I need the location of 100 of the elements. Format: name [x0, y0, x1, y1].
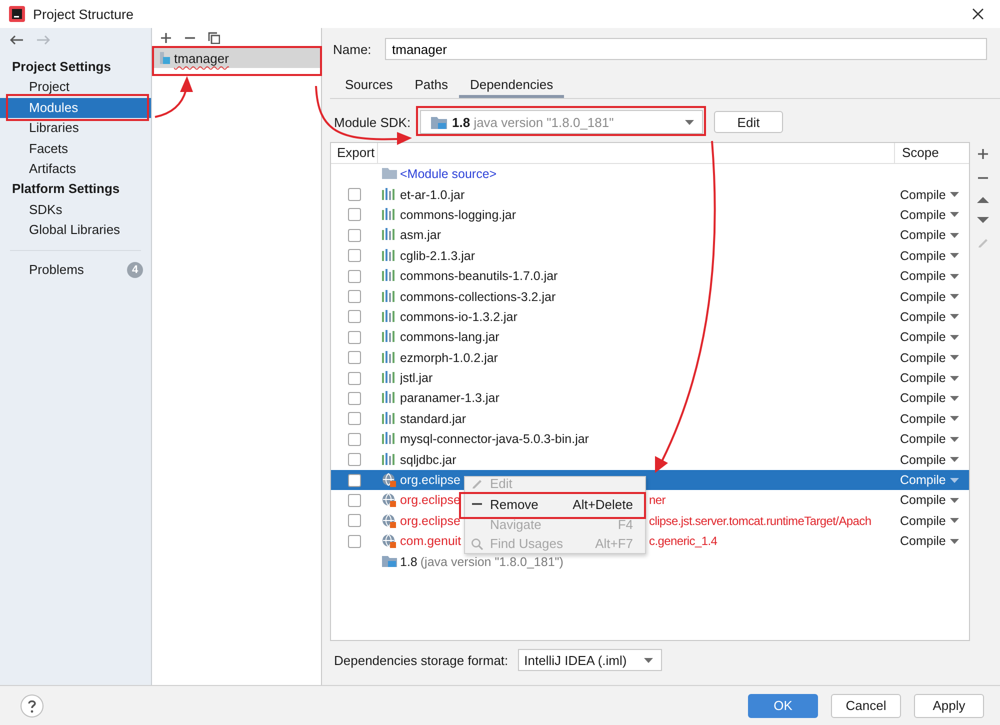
menu-item[interactable]: Remove Alt+Delete	[465, 493, 645, 515]
folder-icon	[382, 554, 397, 569]
edit-button[interactable]: Edit	[714, 111, 783, 133]
caret-icon[interactable]	[950, 274, 959, 279]
dependency-name[interactable]: com.genuit	[400, 534, 462, 548]
window-title: Project Structure	[33, 6, 134, 22]
section-header: Platform Settings	[11, 180, 121, 198]
scope-value: Compile	[900, 514, 946, 528]
storage-format-label: Dependencies storage format:	[334, 652, 508, 668]
sdk-dropdown[interactable]: 1.8 java version "1.8.0_181"	[420, 110, 703, 134]
dependency-name[interactable]: commons-lang.jar	[400, 330, 500, 344]
sidebar-item[interactable]: Libraries	[0, 118, 151, 139]
column-header: Export	[331, 143, 378, 163]
move-up-icon[interactable]	[976, 196, 988, 204]
checkbox[interactable]	[348, 494, 361, 507]
caret-icon[interactable]	[950, 212, 959, 218]
caret-icon[interactable]	[950, 355, 959, 360]
move-down-icon[interactable]	[976, 216, 988, 224]
pencil-icon	[471, 477, 483, 489]
dependency-name[interactable]: cglib-2.1.3.jar	[400, 248, 476, 263]
tab[interactable]: Dependencies	[458, 76, 564, 98]
dependency-name[interactable]: <Module source>	[400, 167, 497, 182]
dependency-name[interactable]: sqljdbc.jar	[400, 452, 456, 467]
dependency-name[interactable]: commons-logging.jar	[400, 208, 516, 222]
caret-icon[interactable]	[950, 334, 959, 340]
checkbox[interactable]	[348, 330, 361, 344]
checkbox[interactable]	[348, 228, 361, 242]
checkbox[interactable]	[348, 310, 361, 324]
caret-icon[interactable]	[950, 396, 959, 401]
dependency-name[interactable]: org.eclipse	[400, 514, 460, 528]
sidebar-item[interactable]: Project	[0, 77, 151, 98]
dependency-name: clipse.jst.server.tomcat.runtimeTarget/Apach	[649, 514, 872, 528]
dependency-name[interactable]: commons-collections-3.2.jar	[400, 290, 556, 304]
dialog-button[interactable]: OK	[748, 694, 818, 718]
dependency-name[interactable]: jstl.jar	[400, 371, 433, 386]
checkbox[interactable]	[348, 270, 361, 283]
back-arrow-icon[interactable]	[10, 35, 24, 45]
caret-icon[interactable]	[950, 253, 959, 258]
caret-icon[interactable]	[950, 457, 959, 462]
close-icon[interactable]	[972, 8, 984, 20]
checkbox[interactable]	[348, 432, 361, 446]
dependency-name[interactable]: standard.jar	[400, 412, 466, 426]
copy-icon[interactable]	[208, 32, 220, 44]
dialog-button[interactable]: Cancel	[831, 694, 901, 718]
sidebar-item[interactable]: Modules	[0, 98, 151, 118]
caret-icon[interactable]	[950, 232, 959, 238]
dependency-name[interactable]: ezmorph-1.0.2.jar	[400, 350, 498, 365]
checkbox[interactable]	[348, 534, 361, 548]
dependency-name[interactable]: mysql-connector-java-5.0.3-bin.jar	[400, 432, 589, 446]
dependency-name[interactable]: commons-io-1.3.2.jar	[400, 310, 518, 324]
checkbox[interactable]	[348, 392, 361, 405]
caret-icon[interactable]	[950, 538, 959, 544]
sidebar-item[interactable]: Facets	[0, 138, 151, 159]
dependency-name[interactable]: org.eclipse	[400, 493, 460, 508]
caret-icon[interactable]	[950, 436, 959, 442]
storage-format-dropdown[interactable]: IntelliJ IDEA (.iml)	[518, 649, 662, 671]
caret-icon[interactable]	[950, 416, 959, 422]
sidebar-item[interactable]: SDKs	[0, 200, 151, 220]
module-item[interactable]: tmanager	[152, 48, 321, 68]
sidebar-item[interactable]: Artifacts	[0, 158, 151, 180]
caret-icon[interactable]	[950, 294, 959, 300]
dependency-name[interactable]: org.eclipse	[400, 473, 460, 488]
caret-icon[interactable]	[950, 376, 959, 381]
checkbox[interactable]	[348, 453, 361, 466]
dependency-name[interactable]: et-ar-1.0.jar	[400, 188, 465, 202]
name-field[interactable]: tmanager	[385, 38, 987, 60]
jar-icon	[382, 350, 397, 365]
dependency-name[interactable]: asm.jar	[400, 228, 441, 242]
checkbox[interactable]	[348, 188, 361, 202]
checkbox[interactable]	[348, 249, 361, 262]
caret-icon[interactable]	[950, 192, 959, 198]
dependency-name[interactable]: paranamer-1.3.jar	[400, 391, 500, 406]
checkbox[interactable]	[348, 514, 361, 528]
caret-icon[interactable]	[950, 314, 959, 320]
tab[interactable]: Paths	[404, 76, 459, 98]
jar-icon	[382, 310, 397, 324]
checkbox[interactable]	[348, 372, 361, 385]
count-badge: 4	[127, 262, 143, 278]
sidebar-item[interactable]: Global Libraries	[0, 220, 151, 241]
checkbox[interactable]	[348, 208, 361, 222]
caret-icon[interactable]	[950, 478, 959, 483]
plus-icon[interactable]	[976, 148, 988, 160]
help-icon[interactable]	[20, 694, 44, 718]
caret-icon[interactable]	[950, 498, 959, 503]
dependency-name[interactable]: commons-beanutils-1.7.0.jar	[400, 269, 558, 284]
checkbox[interactable]	[348, 412, 361, 426]
sidebar-item[interactable]: Problems	[29, 262, 84, 278]
jar-icon	[382, 208, 397, 222]
library-icon	[382, 473, 397, 488]
plus-icon[interactable]	[160, 32, 172, 44]
module-icon	[160, 52, 170, 64]
checkbox[interactable]	[348, 474, 361, 487]
checkbox[interactable]	[348, 290, 361, 304]
caret-icon[interactable]	[950, 518, 959, 524]
checkbox[interactable]	[348, 351, 361, 364]
library-icon	[382, 534, 397, 548]
tab[interactable]: Sources	[334, 76, 404, 98]
dependency-name[interactable]: 1.8	[400, 554, 418, 569]
dialog-button[interactable]: Apply	[914, 694, 984, 718]
caret-icon	[685, 120, 694, 124]
